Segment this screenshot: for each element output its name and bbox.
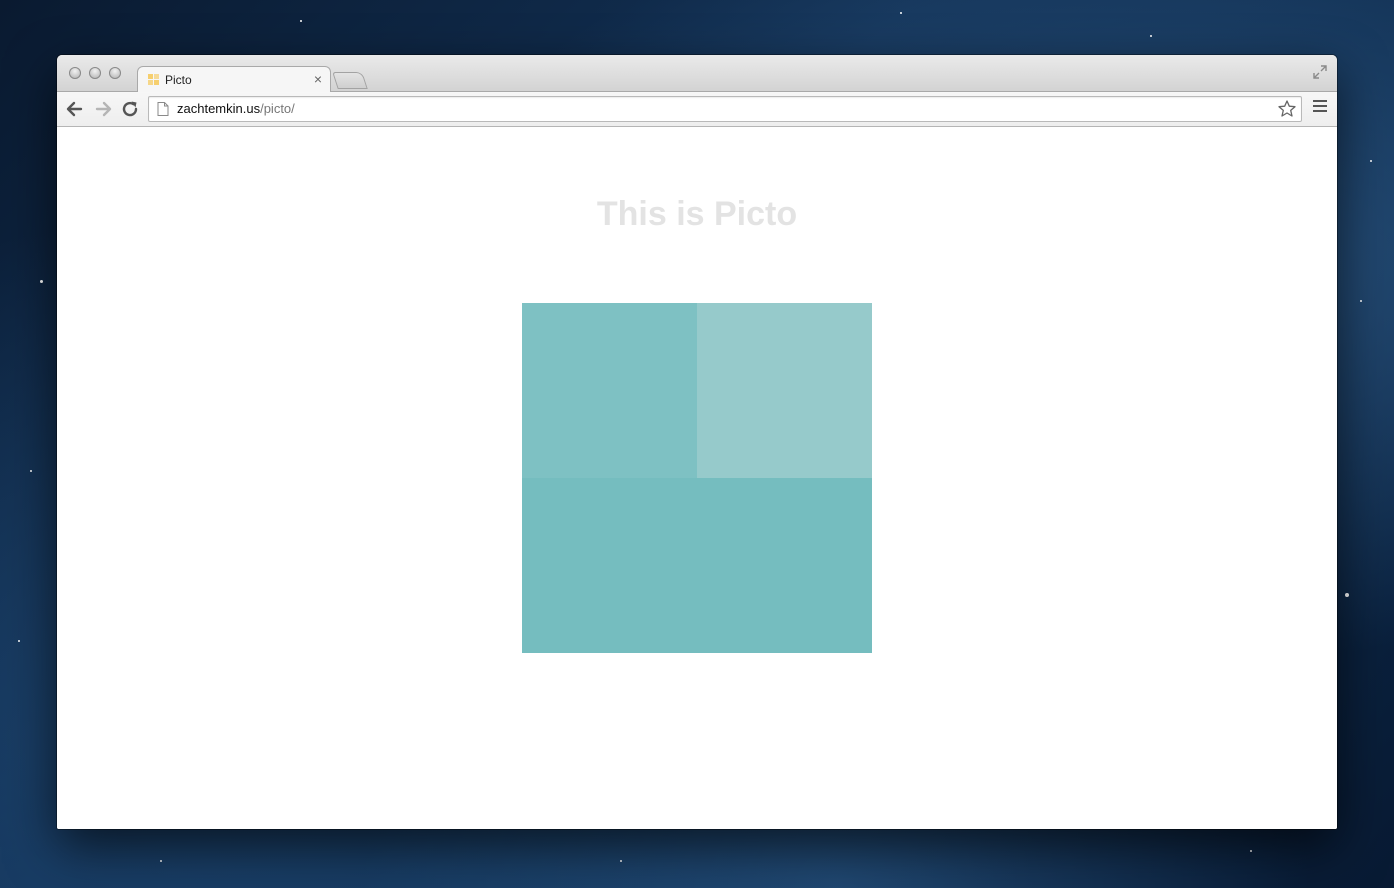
desktop-background: Picto × zachtemkin.us/picto/ This is Pic… [0, 0, 1394, 888]
title-bar: Picto × [57, 55, 1337, 93]
picto-canvas[interactable] [522, 303, 872, 653]
star-decoration [160, 860, 162, 862]
zoom-window-button[interactable] [109, 67, 121, 79]
reload-icon[interactable] [119, 98, 141, 120]
page-icon [157, 102, 169, 116]
address-bar[interactable]: zachtemkin.us/picto/ [148, 96, 1302, 122]
browser-window: Picto × zachtemkin.us/picto/ This is Pic… [57, 55, 1337, 829]
picto-tile-top-right[interactable] [697, 303, 872, 478]
star-decoration [620, 860, 622, 862]
tab-title: Picto [165, 73, 192, 87]
close-window-button[interactable] [69, 67, 81, 79]
url-path: /picto/ [260, 101, 295, 116]
url-host: zachtemkin.us [177, 101, 261, 116]
picto-tile-top-left[interactable] [522, 303, 697, 478]
star-icon[interactable] [1277, 99, 1297, 119]
star-decoration [18, 640, 20, 642]
star-decoration [1370, 160, 1372, 162]
arrow-right-icon[interactable] [92, 98, 114, 120]
minimize-window-button[interactable] [89, 67, 101, 79]
browser-toolbar: zachtemkin.us/picto/ [57, 92, 1337, 127]
star-decoration [1360, 300, 1362, 302]
arrow-left-icon[interactable] [64, 98, 86, 120]
tab-picto[interactable]: Picto × [137, 66, 331, 93]
star-decoration [300, 20, 302, 22]
page-title: This is Picto [596, 195, 798, 233]
star-decoration [1150, 35, 1152, 37]
star-decoration [900, 12, 902, 14]
close-icon[interactable]: × [314, 71, 322, 87]
fullscreen-icon[interactable] [1313, 65, 1327, 79]
favicon-icon [148, 74, 160, 86]
hamburger-menu-icon[interactable] [1313, 100, 1327, 116]
page-content: This is Picto [57, 127, 1337, 829]
star-decoration [30, 470, 32, 472]
star-decoration [1345, 593, 1349, 597]
picto-tile-bottom[interactable] [522, 478, 872, 653]
star-decoration [40, 280, 43, 283]
url-text: zachtemkin.us/picto/ [177, 101, 295, 116]
new-tab-button[interactable] [332, 72, 368, 89]
star-decoration [1250, 850, 1252, 852]
